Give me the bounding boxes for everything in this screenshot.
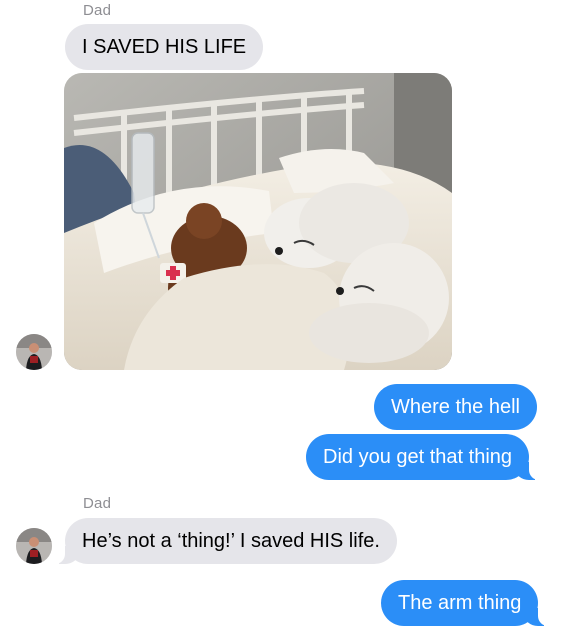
photo-image bbox=[64, 73, 452, 370]
contact-avatar-icon[interactable] bbox=[16, 334, 52, 370]
message-bubble-outgoing[interactable]: Did you get that thing bbox=[306, 434, 544, 480]
message-bubble-outgoing[interactable]: Where the hell bbox=[374, 384, 537, 430]
sender-name: Dad bbox=[83, 495, 112, 512]
avatar-image bbox=[16, 528, 52, 564]
message-text: Did you get that thing bbox=[323, 446, 513, 468]
message-bubble-outgoing[interactable]: The arm thing bbox=[381, 580, 553, 626]
avatar-image bbox=[16, 334, 52, 370]
message-text: The arm thing bbox=[398, 592, 522, 614]
message-text: Where the hell bbox=[391, 396, 520, 418]
contact-avatar-icon[interactable] bbox=[16, 528, 52, 564]
message-photo[interactable] bbox=[64, 73, 452, 370]
sender-name: Dad bbox=[83, 2, 112, 19]
message-text: I SAVED HIS LIFE bbox=[82, 36, 247, 58]
message-bubble-incoming[interactable]: I SAVED HIS LIFE bbox=[65, 24, 264, 70]
message-text: He’s not a ‘thing!’ I saved HIS life. bbox=[82, 530, 380, 552]
message-bubble-incoming[interactable]: He’s not a ‘thing!’ I saved HIS life. bbox=[51, 518, 397, 564]
